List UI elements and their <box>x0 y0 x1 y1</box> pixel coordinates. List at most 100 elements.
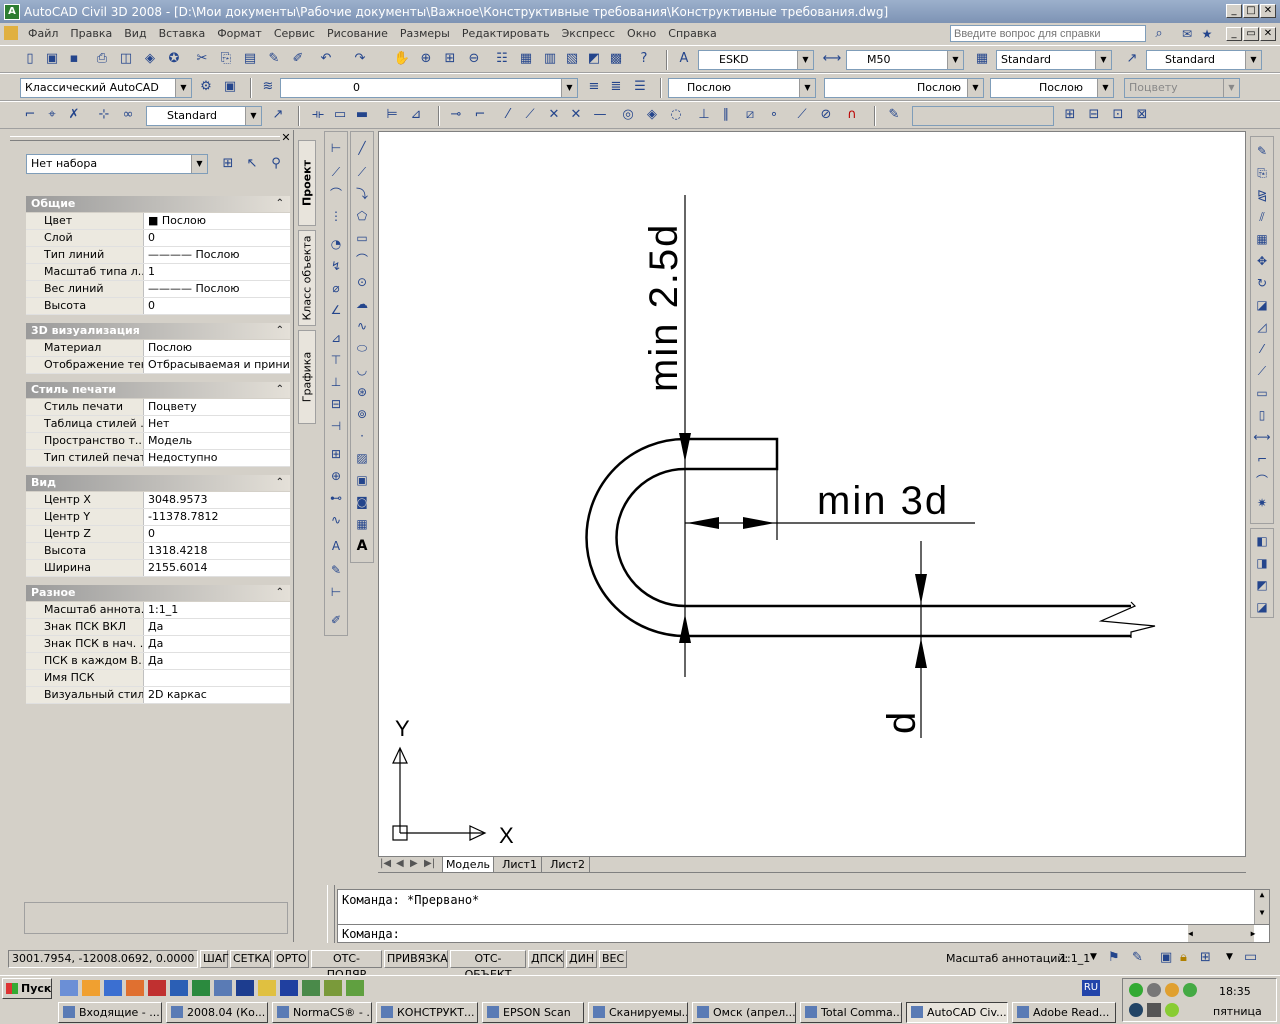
table-style-icon[interactable]: ▦ <box>972 49 992 69</box>
property-value[interactable]: 3048.9573 <box>146 492 290 508</box>
tab-nav-last-icon[interactable]: ▶| <box>424 858 435 869</box>
document-icon[interactable] <box>4 26 18 40</box>
property-value[interactable]: 0 <box>146 230 290 246</box>
ucs-delete-icon[interactable]: ✗ <box>64 105 84 125</box>
move-icon[interactable]: ⊸ <box>446 105 466 125</box>
layer-states-icon[interactable]: ☰ <box>630 77 650 97</box>
table-icon[interactable]: ▦ <box>352 514 372 534</box>
status-toggle[interactable]: ОТС-ПОЛЯР <box>311 950 382 981</box>
offset-icon[interactable]: ⫽ <box>1252 207 1272 227</box>
workspace-select[interactable]: Классический AutoCAD ▼ <box>20 78 192 98</box>
property-row[interactable]: Визуальный стиль 2D каркас <box>26 687 290 704</box>
quicklaunch-word-icon[interactable] <box>170 980 188 996</box>
drawing-area[interactable]: min 2.5d min 3d d Y X <box>378 131 1246 857</box>
quicklaunch-excel-icon[interactable] <box>192 980 210 996</box>
tray-settings-icon[interactable]: ⊞ <box>1200 950 1211 965</box>
quicklaunch-app-icon[interactable] <box>324 980 342 996</box>
block-editor-icon[interactable]: ✐ <box>288 49 308 69</box>
menu-format[interactable]: Формат <box>211 27 268 40</box>
property-value[interactable]: Да <box>146 636 290 652</box>
dim-edit-icon[interactable]: A <box>326 536 346 556</box>
tray-icon[interactable] <box>1129 983 1143 997</box>
tab-nav-next-icon[interactable]: ▶ <box>410 858 418 869</box>
dim-ordinate-icon[interactable]: ⋮ <box>326 206 346 226</box>
linear-dim-icon[interactable]: ⟛ <box>308 105 328 125</box>
snap-node-icon[interactable]: ∘ <box>764 105 784 125</box>
snap-none-icon[interactable]: ⊘ <box>816 105 836 125</box>
preview-icon[interactable]: ◫ <box>116 49 136 69</box>
break-object-icon[interactable]: ▯ <box>1252 405 1272 425</box>
dim-diameter-icon[interactable]: ⌀ <box>326 278 346 298</box>
ellipse-arc-icon[interactable]: ◡ <box>352 360 372 380</box>
search-icon[interactable]: ⌕ <box>1150 26 1168 42</box>
zoom-previous-icon[interactable]: ⊖ <box>464 49 484 69</box>
property-row[interactable]: Ширина 2155.6014 <box>26 560 290 577</box>
stretch-icon[interactable]: ⁄ <box>498 105 518 125</box>
tray-icon[interactable] <box>1129 1003 1143 1017</box>
status-toggle[interactable]: ДПСК <box>528 950 564 968</box>
property-value[interactable]: ———— Послою <box>146 281 290 297</box>
property-value[interactable]: 2D каркас <box>146 687 290 703</box>
break-at-point-icon[interactable]: ▭ <box>1252 383 1272 403</box>
status-toggle[interactable]: ОТС-ОБЪЕКТ <box>450 950 526 981</box>
dim-jogged-icon[interactable]: ↯ <box>326 256 346 276</box>
tray-icon[interactable] <box>1147 983 1161 997</box>
property-value[interactable]: 1:1_1 <box>146 602 290 618</box>
dim-update-icon[interactable]: ⊢ <box>326 582 346 602</box>
autoscale-icon[interactable]: ✎ <box>1132 950 1143 965</box>
properties-icon[interactable]: ☷ <box>492 49 512 69</box>
bring-front-icon[interactable]: ◧ <box>1252 531 1272 551</box>
dim-space-icon[interactable]: ⊟ <box>326 394 346 414</box>
scale-icon[interactable]: ◪ <box>1252 295 1272 315</box>
communication-icon[interactable]: ✉ <box>1178 26 1196 42</box>
help-icon[interactable]: ? <box>634 49 654 69</box>
status-toggle[interactable]: ШАГ <box>200 950 229 968</box>
minimize-button[interactable]: _ <box>1226 4 1242 18</box>
open-icon[interactable]: ▣ <box>42 49 62 69</box>
collapse-icon[interactable]: ⌃ <box>276 585 284 601</box>
snap-parallel-icon[interactable]: ∥ <box>716 105 736 125</box>
menu-insert[interactable]: Вставка <box>153 27 212 40</box>
arc-dim-icon[interactable]: ▬ <box>352 105 372 125</box>
copy-object-icon[interactable]: ⎘ <box>1252 163 1272 183</box>
quicklaunch-app-icon[interactable] <box>82 980 100 996</box>
dim-arc-icon[interactable]: ⌒ <box>326 184 346 204</box>
command-hscroll[interactable]: ◀ ▶ <box>1188 925 1255 942</box>
start-button[interactable]: Пуск <box>2 978 52 999</box>
xref-icon[interactable]: ✎ <box>884 105 904 125</box>
lock-icon[interactable]: 🔒︎ <box>1180 950 1187 965</box>
menu-express[interactable]: Экспресс <box>556 27 621 40</box>
property-value[interactable]: 1318.4218 <box>146 543 290 559</box>
ordinate-dim-icon[interactable]: ⊨ <box>382 105 402 125</box>
property-row[interactable]: Имя ПСК <box>26 670 290 687</box>
tab-graphics[interactable]: Графика <box>298 330 316 424</box>
array-icon[interactable]: ▦ <box>1252 229 1272 249</box>
construction-line-icon[interactable]: ⟋ <box>352 162 372 182</box>
erase-icon[interactable]: ✎ <box>1252 141 1272 161</box>
property-row[interactable]: Таблица стилей ... Нет <box>26 416 290 433</box>
polyline-icon[interactable]: ⤵ <box>352 184 372 204</box>
property-row[interactable]: Высота 0 <box>26 298 290 315</box>
make-layer-current-icon[interactable]: ≡ <box>584 77 604 97</box>
plotstyle-select[interactable]: Поцвету ▼ <box>1124 78 1240 98</box>
tolerance-icon[interactable]: ⊞ <box>326 444 346 464</box>
send-under-icon[interactable]: ◪ <box>1252 597 1272 617</box>
annotation-scale-dropdown-icon[interactable]: ▼ <box>1090 952 1097 962</box>
extend-icon[interactable]: ✕ <box>544 105 564 125</box>
doc-close-button[interactable]: ✕ <box>1260 27 1276 41</box>
section-header[interactable]: 3D визуализация ⌃ <box>26 323 290 339</box>
quicklaunch-app-icon[interactable] <box>60 980 78 996</box>
snap-nearest-icon[interactable]: ⟋ <box>792 105 812 125</box>
dim-aligned-icon[interactable]: ⟋ <box>326 162 346 182</box>
quicklaunch-browser-icon[interactable] <box>104 980 122 996</box>
send-back-icon[interactable]: ◨ <box>1252 553 1272 573</box>
revision-cloud-icon[interactable]: ☁ <box>352 294 372 314</box>
trim-icon[interactable]: ⟋ <box>520 105 540 125</box>
selection-select[interactable]: Нет набора ▼ <box>26 154 208 174</box>
clock-time[interactable]: 18:35 <box>1219 985 1251 998</box>
snap-tangent-icon[interactable]: ◌ <box>666 105 686 125</box>
taskbar-button[interactable]: 2008.04 (Ко... <box>166 1002 268 1023</box>
status-menu-icon[interactable]: ▼ <box>1226 952 1233 962</box>
property-value[interactable] <box>146 670 290 686</box>
publish-icon[interactable]: ◈ <box>140 49 160 69</box>
